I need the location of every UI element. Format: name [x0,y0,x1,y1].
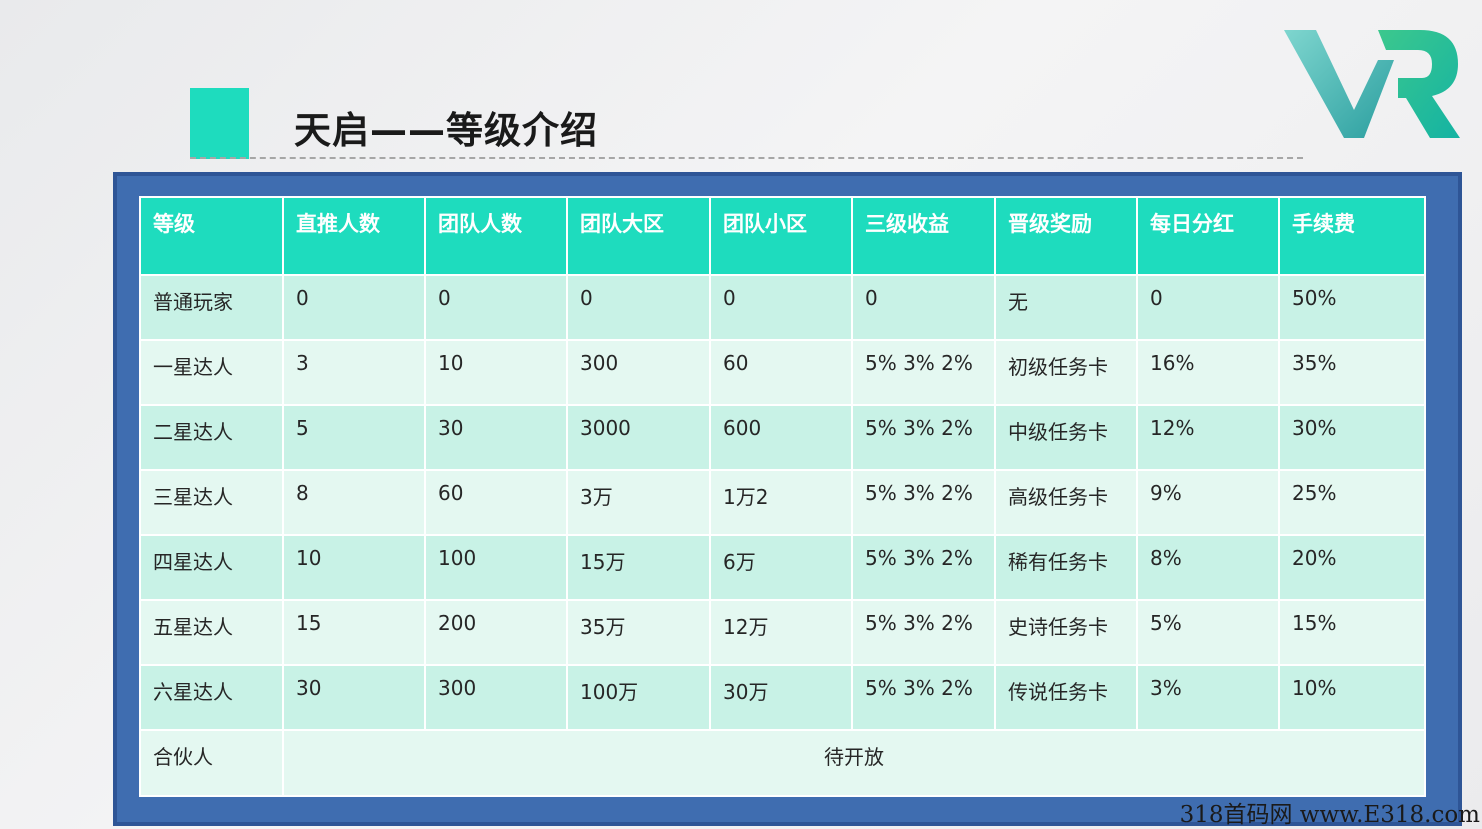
cell-team-size: 100 [424,534,568,601]
cell-team-size: 300 [424,664,568,731]
header-level: 等级 [139,196,284,276]
cell-promotion-reward: 传说任务卡 [994,664,1138,731]
cell-daily-dividend: 8% [1136,534,1280,601]
cell-team-minor-zone: 12万 [709,599,853,666]
level-table: 等级 直推人数 团队人数 团队大区 团队小区 三级收益 晋级奖励 每日分红 手续… [139,196,1426,797]
cell-fee: 20% [1278,534,1426,601]
cell-team-major-zone: 0 [566,274,711,341]
logo-r-shape [1378,30,1460,138]
cell-level: 一星达人 [139,339,284,406]
cell-three-tier-income: 5% 3% 2% [851,339,996,406]
cell-level: 合伙人 [139,729,284,797]
cell-promotion-reward: 稀有任务卡 [994,534,1138,601]
cell-team-major-zone: 300 [566,339,711,406]
table-row: 三星达人 8 60 3万 1万2 5% 3% 2% 高级任务卡 9% 25% [139,469,1426,536]
cell-fee: 15% [1278,599,1426,666]
cell-three-tier-income: 5% 3% 2% [851,534,996,601]
cell-promotion-reward: 史诗任务卡 [994,599,1138,666]
cell-level: 普通玩家 [139,274,284,341]
cell-promotion-reward: 初级任务卡 [994,339,1138,406]
cell-team-minor-zone: 600 [709,404,853,471]
cell-team-major-zone: 3万 [566,469,711,536]
cell-team-major-zone: 3000 [566,404,711,471]
cell-team-minor-zone: 60 [709,339,853,406]
cell-direct-referrals: 30 [282,664,426,731]
cell-fee: 50% [1278,274,1426,341]
watermark: 318首码网 www.E318.com [1179,802,1480,828]
header-daily-dividend: 每日分红 [1136,196,1280,276]
cell-team-major-zone: 35万 [566,599,711,666]
cell-team-size: 10 [424,339,568,406]
cell-team-size: 200 [424,599,568,666]
cell-team-minor-zone: 6万 [709,534,853,601]
cell-daily-dividend: 5% [1136,599,1280,666]
cell-level: 二星达人 [139,404,284,471]
header-promotion-reward: 晋级奖励 [994,196,1138,276]
cell-team-minor-zone: 1万2 [709,469,853,536]
partner-note: 待开放 [282,729,1426,797]
header-team-size: 团队人数 [424,196,568,276]
cell-team-minor-zone: 30万 [709,664,853,731]
page-title: 天启——等级介绍 [294,109,598,152]
header-three-tier-income: 三级收益 [851,196,996,276]
cell-team-size: 60 [424,469,568,536]
cell-daily-dividend: 9% [1136,469,1280,536]
cell-direct-referrals: 8 [282,469,426,536]
title-divider [190,157,1303,159]
cell-promotion-reward: 中级任务卡 [994,404,1138,471]
cell-level: 四星达人 [139,534,284,601]
table-row: 五星达人 15 200 35万 12万 5% 3% 2% 史诗任务卡 5% 15… [139,599,1426,666]
cell-team-minor-zone: 0 [709,274,853,341]
header-fee: 手续费 [1278,196,1426,276]
cell-team-major-zone: 100万 [566,664,711,731]
table-row: 普通玩家 0 0 0 0 0 无 0 50% [139,274,1426,341]
logo-v-shape [1284,30,1394,138]
cell-three-tier-income: 5% 3% 2% [851,404,996,471]
cell-three-tier-income: 5% 3% 2% [851,664,996,731]
cell-level: 五星达人 [139,599,284,666]
cell-direct-referrals: 5 [282,404,426,471]
cell-team-size: 30 [424,404,568,471]
table-row: 四星达人 10 100 15万 6万 5% 3% 2% 稀有任务卡 8% 20% [139,534,1426,601]
table-row: 一星达人 3 10 300 60 5% 3% 2% 初级任务卡 16% 35% [139,339,1426,406]
cell-fee: 10% [1278,664,1426,731]
cell-team-size: 0 [424,274,568,341]
table-row: 六星达人 30 300 100万 30万 5% 3% 2% 传说任务卡 3% 1… [139,664,1426,731]
cell-three-tier-income: 0 [851,274,996,341]
cell-direct-referrals: 15 [282,599,426,666]
cell-fee: 25% [1278,469,1426,536]
cell-promotion-reward: 高级任务卡 [994,469,1138,536]
table-header-row: 等级 直推人数 团队人数 团队大区 团队小区 三级收益 晋级奖励 每日分红 手续… [139,196,1426,276]
cell-fee: 30% [1278,404,1426,471]
header-team-major-zone: 团队大区 [566,196,711,276]
vr-logo [1284,30,1460,138]
title-accent-square [190,88,249,159]
header-direct-referrals: 直推人数 [282,196,426,276]
cell-direct-referrals: 10 [282,534,426,601]
table-row-partner: 合伙人 待开放 [139,729,1426,797]
cell-three-tier-income: 5% 3% 2% [851,599,996,666]
cell-team-major-zone: 15万 [566,534,711,601]
cell-level: 六星达人 [139,664,284,731]
cell-three-tier-income: 5% 3% 2% [851,469,996,536]
header-team-minor-zone: 团队小区 [709,196,853,276]
cell-direct-referrals: 3 [282,339,426,406]
cell-daily-dividend: 3% [1136,664,1280,731]
cell-promotion-reward: 无 [994,274,1138,341]
cell-level: 三星达人 [139,469,284,536]
cell-daily-dividend: 0 [1136,274,1280,341]
cell-daily-dividend: 12% [1136,404,1280,471]
cell-direct-referrals: 0 [282,274,426,341]
table-row: 二星达人 5 30 3000 600 5% 3% 2% 中级任务卡 12% 30… [139,404,1426,471]
cell-daily-dividend: 16% [1136,339,1280,406]
cell-fee: 35% [1278,339,1426,406]
